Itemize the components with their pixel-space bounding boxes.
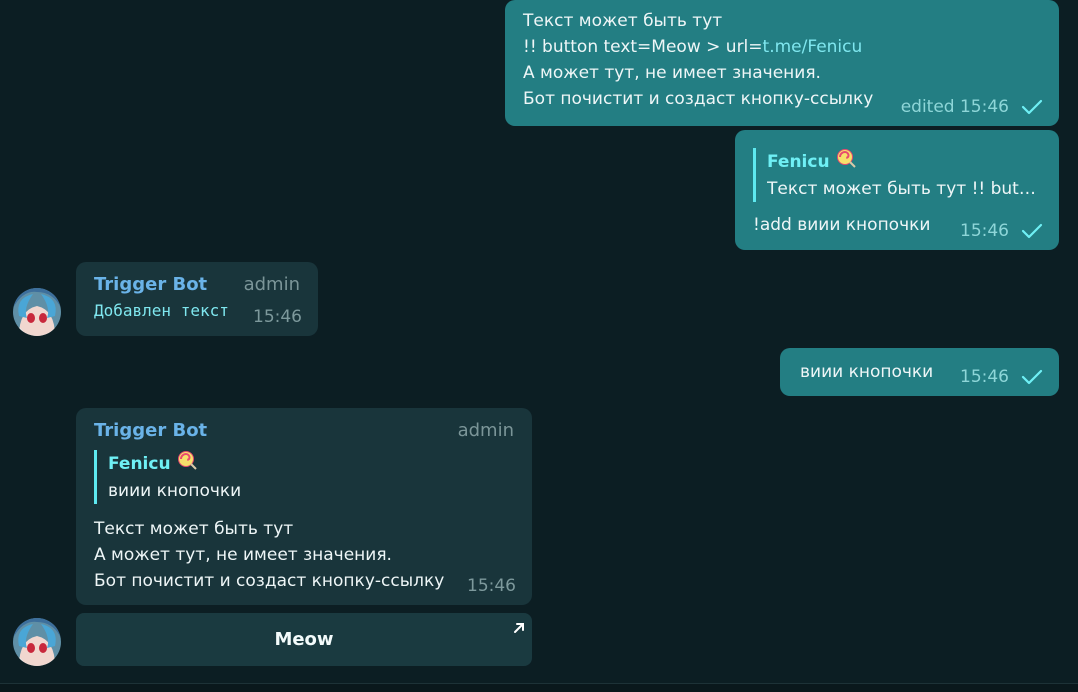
timestamp: 15:46 <box>960 221 1009 241</box>
reply-quote[interactable]: Fenicu виии кнопочки <box>94 450 514 504</box>
message-meta: 15:46 <box>253 304 302 330</box>
edited-timestamp: edited 15:46 <box>900 97 1009 117</box>
message-line: Текст может быть тут <box>94 519 294 539</box>
outgoing-message[interactable]: виии кнопочки 15:46 <box>780 348 1059 396</box>
inline-url-button[interactable]: Meow <box>76 613 532 666</box>
quote-text: виии кнопочки <box>108 481 242 501</box>
composer-edge <box>0 683 1078 692</box>
timestamp: 15:46 <box>467 576 516 596</box>
incoming-message[interactable]: Trigger Bot admin Fenicu виии кнопочки Т… <box>76 408 532 605</box>
arrow-up-right-icon <box>512 619 526 640</box>
lollipop-icon <box>177 450 197 478</box>
incoming-message[interactable]: Trigger Bot admin Добавлен текст 15:46 <box>76 262 318 336</box>
outgoing-message[interactable]: Текст может быть тут !! button text=Meow… <box>505 0 1059 126</box>
message-meta: edited 15:46 <box>901 94 1043 120</box>
quote-text: Текст может быть тут !! butt… <box>767 179 1041 199</box>
message-meta: 15:46 <box>960 218 1043 244</box>
message-meta: 15:46 <box>467 573 516 599</box>
message-line: Текст может быть тут <box>523 11 723 31</box>
message-line: !! button text=Meow > url=t.me/Fenicu <box>523 34 1041 60</box>
message-line: А может тут, не имеет значения. <box>94 545 392 565</box>
quote-author: Fenicu <box>108 450 514 478</box>
sender-name[interactable]: Trigger Bot <box>94 418 514 444</box>
check-icon <box>1021 369 1043 385</box>
quote-author-name: Fenicu <box>108 454 171 474</box>
inline-button-label: Meow <box>274 629 334 650</box>
outgoing-message[interactable]: Fenicu Текст может быть тут !! butt… !ad… <box>735 130 1059 250</box>
message-line: А может тут, не имеет значения. <box>523 63 821 83</box>
message-line: Бот почистит и создаст кнопку-ссылку <box>94 571 445 591</box>
quote-author: Fenicu <box>767 148 1041 176</box>
avatar[interactable] <box>13 618 61 666</box>
timestamp: 15:46 <box>253 307 302 327</box>
check-icon <box>1021 99 1043 115</box>
avatar[interactable] <box>13 288 61 336</box>
quote-author-name: Fenicu <box>767 152 830 172</box>
message-line-text: !! button text=Meow > url= <box>523 37 763 57</box>
timestamp: 15:46 <box>960 367 1009 387</box>
role-badge: admin <box>457 420 514 441</box>
role-badge: admin <box>243 274 300 295</box>
chat-area: Текст может быть тут !! button text=Meow… <box>0 0 1078 692</box>
lollipop-icon <box>836 148 856 176</box>
reply-quote[interactable]: Fenicu Текст может быть тут !! butt… <box>753 148 1041 202</box>
check-icon <box>1021 223 1043 239</box>
message-meta: 15:46 <box>960 364 1043 390</box>
message-link[interactable]: t.me/Fenicu <box>763 37 863 57</box>
